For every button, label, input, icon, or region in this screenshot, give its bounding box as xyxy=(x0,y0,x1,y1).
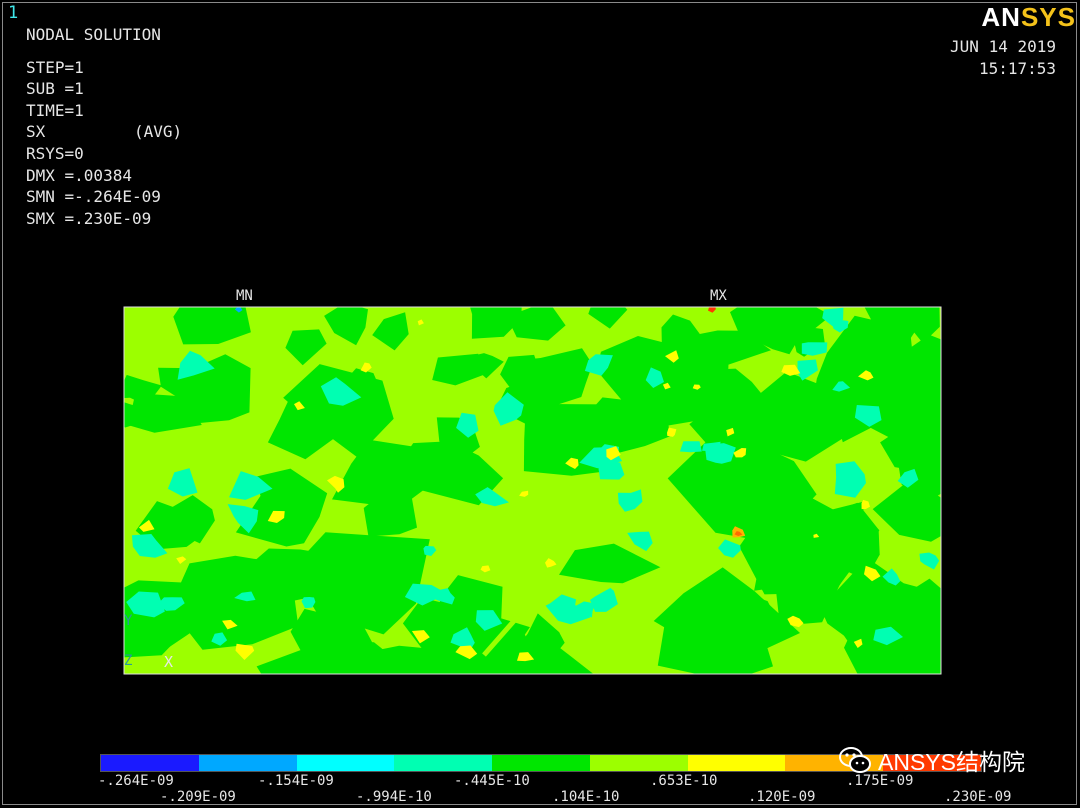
legend-swatch-3 xyxy=(296,755,395,771)
result-item: SX xyxy=(26,122,46,141)
smx-line: SMX =.230E-09 xyxy=(26,209,152,228)
plot-title: NODAL SOLUTION xyxy=(26,25,161,44)
min-marker-label: MN xyxy=(236,288,253,304)
max-marker-label: MX xyxy=(710,288,727,304)
legend-tick-label: -.994E-10 xyxy=(356,789,432,805)
plot-date: JUN 14 2019 xyxy=(950,37,1056,56)
logo-part-2: SYS xyxy=(1020,2,1076,32)
legend-swatch-2 xyxy=(198,755,297,771)
watermark: ANSYS结构院 xyxy=(838,742,1025,778)
smn-line: SMN =-.264E-09 xyxy=(26,187,161,206)
ansys-logo: ANSYS xyxy=(981,2,1076,33)
window-number: 1 xyxy=(8,3,19,23)
step-line: STEP=1 xyxy=(26,58,84,77)
logo-part-1: AN xyxy=(981,2,1021,32)
wechat-icon xyxy=(839,747,871,773)
ansys-graphics-window[interactable]: 1 NODAL SOLUTION STEP=1 SUB =1 TIME=1 SX… xyxy=(0,0,1080,808)
time-line: TIME=1 xyxy=(26,101,84,120)
dmx-line: DMX =.00384 xyxy=(26,166,132,185)
axis-triad-z: Z xyxy=(124,653,133,669)
plot-time: 15:17:53 xyxy=(978,59,1056,78)
legend-swatch-7 xyxy=(687,755,786,771)
legend-tick-label: .104E-10 xyxy=(552,789,620,805)
legend-swatch-6 xyxy=(589,755,688,771)
legend-swatch-5 xyxy=(492,755,590,771)
contour-patch xyxy=(679,441,702,453)
legend-tick-label: -.264E-09 xyxy=(98,773,174,789)
axis-triad-y: Y xyxy=(124,613,133,629)
axis-triad-x: X xyxy=(164,653,174,671)
legend-tick-label: .120E-09 xyxy=(748,789,816,805)
substep-line: SUB =1 xyxy=(26,79,84,98)
averaging-mode: (AVG) xyxy=(134,122,183,141)
legend-swatch-4 xyxy=(394,755,493,771)
contour-patch xyxy=(704,443,736,464)
legend-tick-label: -.209E-09 xyxy=(160,789,236,805)
legend-tick-label: .653E-10 xyxy=(650,773,718,789)
watermark-text: ANSYS结构院 xyxy=(878,749,1025,775)
rsys-line: RSYS=0 xyxy=(26,144,84,163)
legend-tick-label: -.154E-09 xyxy=(258,773,334,789)
legend-swatch-1 xyxy=(101,755,199,771)
legend-tick-label: .230E-09 xyxy=(944,789,1012,805)
legend-tick-label: -.445E-10 xyxy=(454,773,530,789)
